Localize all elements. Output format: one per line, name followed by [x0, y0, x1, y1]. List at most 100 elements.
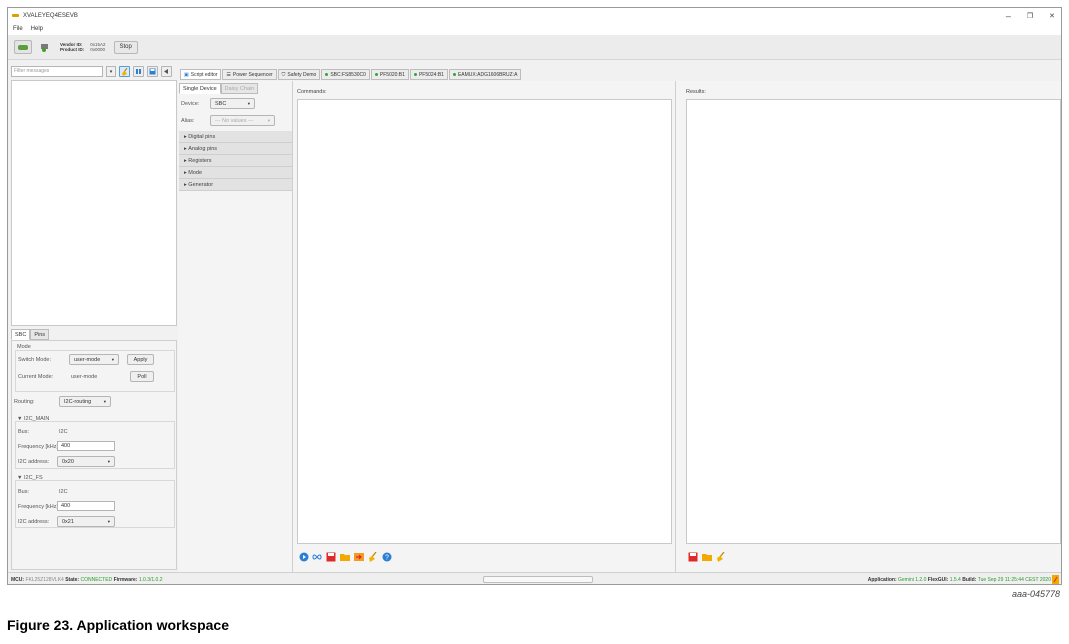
open-results-folder-icon[interactable] — [702, 552, 712, 562]
routing-select[interactable]: I2C-routing ▾ — [59, 396, 111, 407]
tab-pf5020b1[interactable]: PF5020:B1 — [370, 69, 409, 80]
product-id-value: 0x0000 — [90, 47, 106, 52]
mcu-value: FKL25Z128VLK4 — [25, 577, 64, 583]
title-bar: XVALEYEQ4ESEVB – ❐ ✕ — [8, 8, 1061, 23]
stop-button[interactable]: Stop — [113, 40, 138, 54]
collapse-panel-button[interactable] — [161, 66, 172, 77]
clear-results-icon[interactable] — [716, 552, 726, 562]
i2c-fs-bus-label: Bus: — [18, 489, 30, 495]
build-value: Tue Sep 29 11:25:44 CEST 2020 — [977, 577, 1051, 583]
message-log[interactable] — [11, 80, 177, 326]
i2c-main-bus-value: I2C — [59, 429, 68, 435]
script-icon: ▣ — [184, 71, 189, 78]
current-mode-label: Current Mode: — [18, 374, 54, 380]
i2c-main-bus-label: Bus: — [18, 429, 30, 435]
results-title: Results: — [686, 89, 706, 95]
svg-text:?: ? — [385, 555, 389, 562]
device-toolbar: Vendor ID: 0x15A2 Product ID: 0x0000 Sto… — [8, 35, 1061, 60]
i2c-fs-bus-value: I2C — [59, 489, 68, 495]
menu-file[interactable]: File — [13, 26, 23, 32]
progress-bar — [483, 576, 593, 583]
status-dot-icon — [374, 73, 378, 76]
firmware-value: 1.0.3/1.0.2 — [138, 577, 163, 583]
save-icon — [149, 68, 156, 75]
accordion-registers[interactable]: ▸ Registers — [179, 155, 292, 167]
tab-single-device[interactable]: Single Device — [179, 83, 221, 94]
poll-button[interactable]: Poll — [130, 371, 154, 382]
filter-dropdown-button[interactable]: ▾ — [106, 66, 116, 77]
workspace-tabs: ▣ Script editor ☰ Power Sequencer ⛉ Safety … — [180, 69, 522, 80]
broom-icon — [121, 67, 127, 76]
status-dot-icon — [452, 73, 456, 76]
tab-daisy-chain[interactable]: Daisy Chain — [220, 83, 259, 94]
figure-caption: Figure 23. Application workspace — [7, 617, 229, 633]
app-icon — [12, 14, 19, 17]
shield-icon: ⛉ — [281, 71, 286, 78]
maximize-button[interactable]: ❐ — [1027, 12, 1033, 20]
save-log-button[interactable] — [147, 66, 158, 77]
open-folder-icon[interactable] — [340, 552, 350, 562]
tab-sbc[interactable]: SBC — [11, 329, 31, 340]
device-panel: Single Device Daisy Chain Device: SBC ▾ A… — [178, 81, 293, 584]
device-select[interactable]: SBC ▾ — [210, 98, 255, 109]
tab-sbc-fs8530c0[interactable]: SBC:FS8530C0 — [321, 69, 370, 80]
tab-script-editor[interactable]: ▣ Script editor — [180, 69, 222, 80]
status-right: Application: Gemini 1.2.0 FlexGUI: 1.5.4… — [867, 577, 1051, 583]
menu-bar: File Help — [8, 23, 1061, 35]
save-icon[interactable] — [326, 552, 336, 562]
accordion-generator[interactable]: ▸ Generator — [179, 179, 292, 191]
run-icon[interactable] — [299, 552, 309, 562]
resize-grip-icon[interactable] — [1052, 575, 1059, 584]
menu-help[interactable]: Help — [31, 26, 43, 32]
i2c-fs-addr-label: I2C address: — [18, 519, 50, 525]
i2c-fs-frequency-input[interactable]: 400 — [57, 501, 115, 511]
tab-pf5024b1[interactable]: PF5024:B1 — [409, 69, 448, 80]
connect-button[interactable] — [14, 40, 32, 54]
loop-icon[interactable] — [312, 552, 322, 562]
export-icon[interactable] — [354, 552, 364, 562]
accordion-analog-pins[interactable]: ▸ Analog pins — [179, 143, 292, 155]
current-mode-value: user-mode — [71, 374, 98, 380]
switch-mode-select[interactable]: user-mode ▾ — [69, 354, 119, 365]
tab-eamux[interactable]: EAMUX:ADG1606BRUZ:A — [448, 69, 522, 80]
usb-icon — [18, 44, 28, 50]
accordion-mode[interactable]: ▸ Mode — [179, 167, 292, 179]
tab-pins[interactable]: Pins — [30, 329, 50, 340]
i2c-main-freq-label: Frequency [kHz]: — [18, 444, 60, 450]
tab-safety-demo[interactable]: ⛉ Safety Demo — [277, 69, 321, 80]
i2c-main-address-select[interactable]: 0x20 ▾ — [57, 456, 115, 467]
minimize-button[interactable]: – — [1006, 11, 1011, 21]
accordion-digital-pins[interactable]: ▸ Digital pins — [179, 131, 292, 143]
results-textarea[interactable] — [686, 99, 1061, 544]
i2c-fs-address-select[interactable]: 0x21 ▾ — [57, 516, 115, 527]
i2c-fs-freq-label: Frequency [kHz]: — [18, 504, 60, 510]
sbc-settings-pane: Mode Switch Mode: user-mode ▾ Apply Curre… — [11, 340, 177, 570]
commands-textarea[interactable] — [297, 99, 672, 544]
product-id-label: Product ID: — [60, 47, 85, 52]
flexgui-version: 1.5.4 — [949, 577, 961, 583]
tab-power-sequencer[interactable]: ☰ Power Sequencer — [222, 69, 277, 80]
app-version: Gemini 1.2.0 — [898, 577, 927, 583]
pause-button[interactable] — [133, 66, 144, 77]
device-label: Device: — [181, 101, 200, 107]
save-results-icon[interactable] — [688, 552, 698, 562]
commands-title: Commands: — [297, 89, 327, 95]
status-dot-icon — [413, 73, 417, 76]
filter-messages-input[interactable]: Filter messages — [11, 66, 103, 77]
script-editor-area: Commands: Results: ? — [293, 81, 1061, 572]
app-window: XVALEYEQ4ESEVB – ❐ ✕ File Help Vendor ID… — [7, 7, 1062, 585]
close-button[interactable]: ✕ — [1049, 12, 1055, 20]
i2c-main-addr-label: I2C address: — [18, 459, 50, 465]
clear-log-button[interactable] — [119, 66, 130, 77]
alias-select[interactable]: --- No values --- ▾ — [210, 115, 275, 126]
device-ids: Vendor ID: 0x15A2 Product ID: 0x0000 — [60, 42, 106, 53]
i2c-main-frequency-input[interactable]: 400 — [57, 441, 115, 451]
status-bar: MCU: FKL25Z128VLK4 State: CONNECTED Firm… — [8, 572, 1061, 584]
help-icon[interactable]: ? — [382, 552, 392, 562]
state-value: CONNECTED — [80, 577, 113, 583]
apply-button[interactable]: Apply — [127, 354, 154, 365]
status-dot-icon — [325, 73, 329, 76]
routing-label: Routing: — [14, 399, 35, 405]
clear-broom-icon[interactable] — [368, 552, 378, 562]
window-title: XVALEYEQ4ESEVB — [23, 12, 78, 19]
